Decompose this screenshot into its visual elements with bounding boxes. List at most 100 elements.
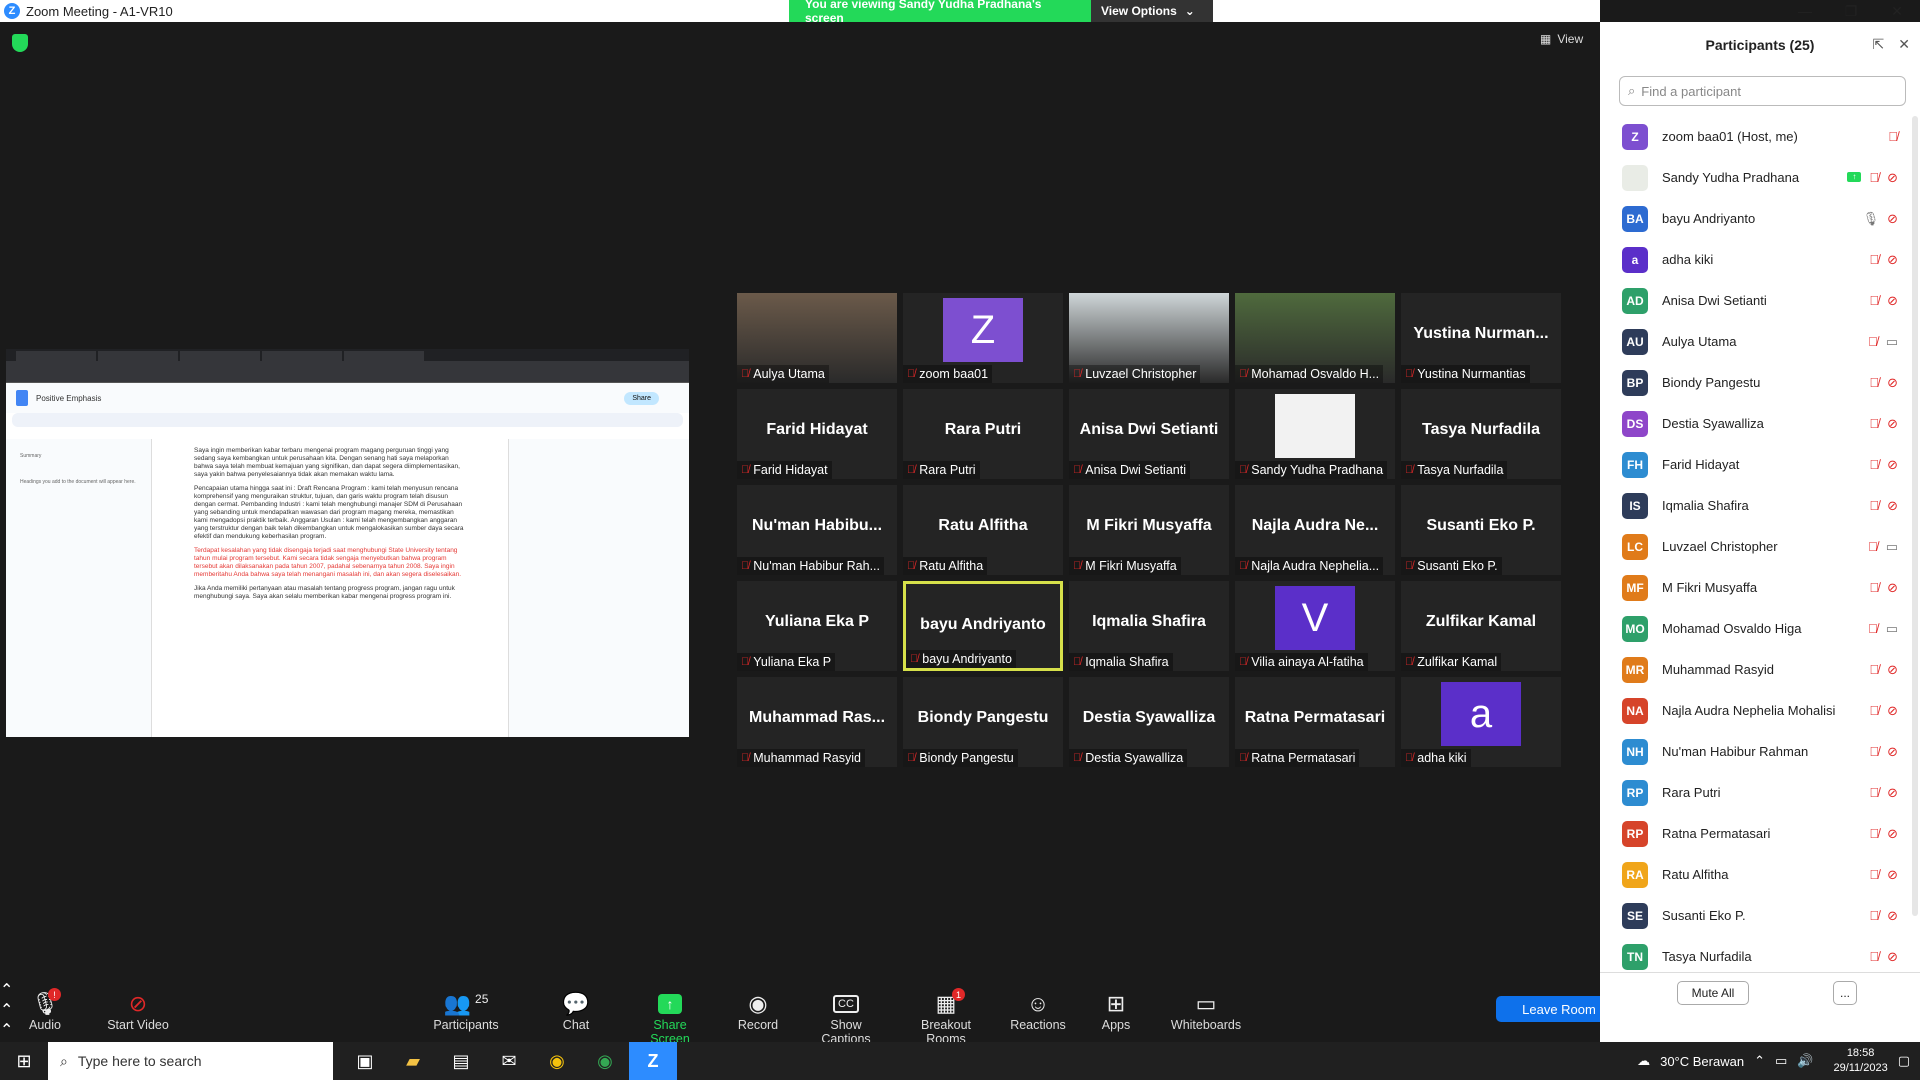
video-tile[interactable]: Ratu Alfitha 🎙̸ Ratu Alfitha xyxy=(903,485,1063,575)
video-tile[interactable]: Anisa Dwi Setianti 🎙̸ Anisa Dwi Setianti xyxy=(1069,389,1229,479)
minimize-button[interactable]: — xyxy=(1782,0,1828,22)
participant-row[interactable]: DS Destia Syawalliza 🎙̸ ⊘ xyxy=(1600,403,1910,444)
participant-row[interactable]: MF M Fikri Musyaffa 🎙̸ ⊘ xyxy=(1600,567,1910,608)
store-icon[interactable]: ▤ xyxy=(437,1042,485,1080)
more-options-button[interactable]: ... xyxy=(1833,981,1857,1005)
taskbar-search-input[interactable]: ⌕ Type here to search xyxy=(48,1042,333,1080)
weather-text[interactable]: 30°C Berawan xyxy=(1660,1054,1744,1069)
participant-row[interactable]: RA Ratu Alfitha 🎙̸ ⊘ xyxy=(1600,854,1910,895)
video-tile[interactable]: M Fikri Musyaffa 🎙̸ M Fikri Musyaffa xyxy=(1069,485,1229,575)
video-tile[interactable]: a 🎙̸ adha kiki xyxy=(1401,677,1561,767)
participant-row[interactable]: Zzoom baa01 (Host, me) 🎙̸ xyxy=(1600,116,1910,157)
view-options-button[interactable]: View Options ⌄ xyxy=(1091,0,1213,22)
participant-row[interactable]: Sandy Yudha Pradhana ↑ 🎙̸ ⊘ xyxy=(1600,157,1910,198)
whiteboards-button[interactable]: ▭ Whiteboards xyxy=(1170,990,1242,1032)
participant-row[interactable]: FH Farid Hidayat 🎙̸ ⊘ xyxy=(1600,444,1910,485)
video-tile[interactable]: Destia Syawalliza 🎙̸ Destia Syawalliza xyxy=(1069,677,1229,767)
participant-row[interactable]: BP Biondy Pangestu 🎙̸ ⊘ xyxy=(1600,362,1910,403)
video-off-icon: ⊘ xyxy=(1887,784,1898,800)
video-tile[interactable]: Nu'man Habibu... 🎙̸ Nu'man Habibur Rah... xyxy=(737,485,897,575)
chat-options-caret[interactable]: ⌃ xyxy=(0,1000,1600,1020)
participants-button[interactable]: 👥 25 Participants xyxy=(425,990,507,1032)
zoom-taskbar-icon[interactable]: Z xyxy=(629,1042,677,1080)
mic-muted-icon: 🎙̸ xyxy=(1073,656,1082,668)
video-tile[interactable]: Muhammad Ras... 🎙̸ Muhammad Rasyid xyxy=(737,677,897,767)
video-tile[interactable]: Biondy Pangestu 🎙̸ Biondy Pangestu xyxy=(903,677,1063,767)
participant-search-input[interactable]: ⌕ Find a participant xyxy=(1619,76,1906,106)
chat-button[interactable]: 💬 Chat xyxy=(556,990,596,1032)
participant-name: Destia Syawalliza xyxy=(1662,416,1764,431)
close-icon[interactable]: ✕ xyxy=(1898,36,1910,53)
chrome-icon[interactable]: ◉ xyxy=(533,1042,581,1080)
participant-row[interactable]: RP Rara Putri 🎙̸ ⊘ xyxy=(1600,772,1910,813)
video-tile[interactable]: Ratna Permatasari 🎙̸ Ratna Permatasari xyxy=(1235,677,1395,767)
video-tile[interactable]: Yustina Nurman... 🎙̸ Yustina Nurmantias xyxy=(1401,293,1561,383)
tile-participant-name: Susanti Eko P. xyxy=(1417,559,1498,573)
video-tile[interactable]: Tasya Nurfadila 🎙̸ Tasya Nurfadila xyxy=(1401,389,1561,479)
video-tile[interactable]: 🎙̸ Sandy Yudha Pradhana xyxy=(1235,389,1395,479)
volume-icon[interactable]: 🔊 xyxy=(1797,1053,1813,1069)
video-tile[interactable]: bayu Andriyanto 🎙̸ bayu Andriyanto xyxy=(903,581,1063,671)
participant-row[interactable]: AD Anisa Dwi Setianti 🎙̸ ⊘ xyxy=(1600,280,1910,321)
participant-row[interactable]: LC Luvzael Christopher 🎙̸ ▭ xyxy=(1600,526,1910,567)
video-tile[interactable]: Yuliana Eka P 🎙̸ Yuliana Eka P xyxy=(737,581,897,671)
audio-button[interactable]: 🎙! Audio xyxy=(20,988,70,1032)
participant-row[interactable]: BA bayu Andriyanto 🎙 ⊘ xyxy=(1600,198,1910,239)
audio-options-caret[interactable]: ⌃ xyxy=(0,980,1600,1000)
video-tile[interactable]: Susanti Eko P. 🎙̸ Susanti Eko P. xyxy=(1401,485,1561,575)
start-video-button[interactable]: ⊘ Start Video xyxy=(100,990,176,1032)
share-options-caret[interactable]: ⌃ xyxy=(0,1020,1600,1040)
avatar: NA xyxy=(1622,697,1648,724)
video-icon: ▭ xyxy=(1885,333,1898,349)
breakout-rooms-button[interactable]: ▦ 1 Breakout Rooms xyxy=(900,988,992,1046)
participant-row[interactable]: NH Nu'man Habibur Rahman 🎙̸ ⊘ xyxy=(1600,731,1910,772)
video-tile[interactable]: Zulfikar Kamal 🎙̸ Zulfikar Kamal xyxy=(1401,581,1561,671)
participant-row[interactable]: RP Ratna Permatasari 🎙̸ ⊘ xyxy=(1600,813,1910,854)
record-button[interactable]: ◉ Record xyxy=(736,990,780,1032)
task-view-icon[interactable]: ▣ xyxy=(341,1042,389,1080)
video-tile[interactable]: V 🎙̸ Vilia ainaya Al-fatiha xyxy=(1235,581,1395,671)
video-tile[interactable]: 🎙̸ Aulya Utama xyxy=(737,293,897,383)
mail-icon[interactable]: ✉ xyxy=(485,1042,533,1080)
encryption-shield-icon[interactable] xyxy=(12,34,28,52)
shared-screen[interactable]: Positive Emphasis Share Summary Headings… xyxy=(6,349,689,737)
video-tile[interactable]: Farid Hidayat 🎙̸ Farid Hidayat xyxy=(737,389,897,479)
view-button[interactable]: ▦ View xyxy=(1540,32,1583,46)
mic-muted-icon: 🎙̸ xyxy=(1405,464,1414,476)
reactions-button[interactable]: ☺ Reactions xyxy=(1010,990,1066,1032)
participant-row[interactable]: a adha kiki 🎙̸ ⊘ xyxy=(1600,239,1910,280)
video-tile[interactable]: 🎙̸ Mohamad Osvaldo H... xyxy=(1235,293,1395,383)
video-tile[interactable]: 🎙̸ Luvzael Christopher xyxy=(1069,293,1229,383)
video-tile[interactable]: Z 🎙̸ zoom baa01 xyxy=(903,293,1063,383)
participant-row[interactable]: TN Tasya Nurfadila 🎙̸ ⊘ xyxy=(1600,936,1910,977)
participant-row[interactable]: AU Aulya Utama 🎙̸ ▭ xyxy=(1600,321,1910,362)
popout-icon[interactable]: ⇱ xyxy=(1873,36,1885,53)
participant-row[interactable]: MO Mohamad Osvaldo Higa 🎙̸ ▭ xyxy=(1600,608,1910,649)
participant-row[interactable]: MR Muhammad Rasyid 🎙̸ ⊘ xyxy=(1600,649,1910,690)
participant-name: Farid Hidayat xyxy=(1662,457,1740,472)
participant-row[interactable]: NA Najla Audra Nephelia Mohalisi 🎙̸ ⊘ xyxy=(1600,690,1910,731)
file-explorer-icon[interactable]: ▰ xyxy=(389,1042,437,1080)
participant-list-scrollbar[interactable] xyxy=(1912,116,1918,916)
tray-chevron-icon[interactable]: ⌃ xyxy=(1754,1053,1765,1069)
avatar: DS xyxy=(1622,410,1648,437)
restore-button[interactable]: ❐ xyxy=(1828,0,1874,22)
share-screen-button[interactable]: ↑ Share Screen xyxy=(632,990,708,1046)
panel-header-icons: ⇱ ✕ xyxy=(1873,36,1910,53)
network-icon[interactable]: ▭ xyxy=(1775,1053,1787,1069)
participant-row[interactable]: SE Susanti Eko P. 🎙̸ ⊘ xyxy=(1600,895,1910,936)
video-tile[interactable]: Iqmalia Shafira 🎙̸ Iqmalia Shafira xyxy=(1069,581,1229,671)
windows-start-icon[interactable]: ⊞ xyxy=(0,1042,48,1080)
apps-button[interactable]: ⊞ Apps xyxy=(1100,990,1132,1032)
chevron-down-icon: ⌄ xyxy=(1184,4,1195,18)
close-button[interactable]: ✕ xyxy=(1874,0,1920,22)
video-tile[interactable]: Rara Putri 🎙̸ Rara Putri xyxy=(903,389,1063,479)
video-tile[interactable]: Najla Audra Ne... 🎙̸ Najla Audra Nephelia.… xyxy=(1235,485,1395,575)
mute-all-button[interactable]: Mute All xyxy=(1677,981,1749,1005)
clock[interactable]: 18:58 29/11/2023 xyxy=(1833,1046,1887,1076)
notifications-icon[interactable]: ▢ xyxy=(1898,1053,1910,1069)
chrome-profile-icon[interactable]: ◉ xyxy=(581,1042,629,1080)
show-captions-button[interactable]: CC Show Captions xyxy=(806,990,886,1046)
participant-name: Luvzael Christopher xyxy=(1662,539,1778,554)
participant-row[interactable]: IS Iqmalia Shafira 🎙̸ ⊘ xyxy=(1600,485,1910,526)
